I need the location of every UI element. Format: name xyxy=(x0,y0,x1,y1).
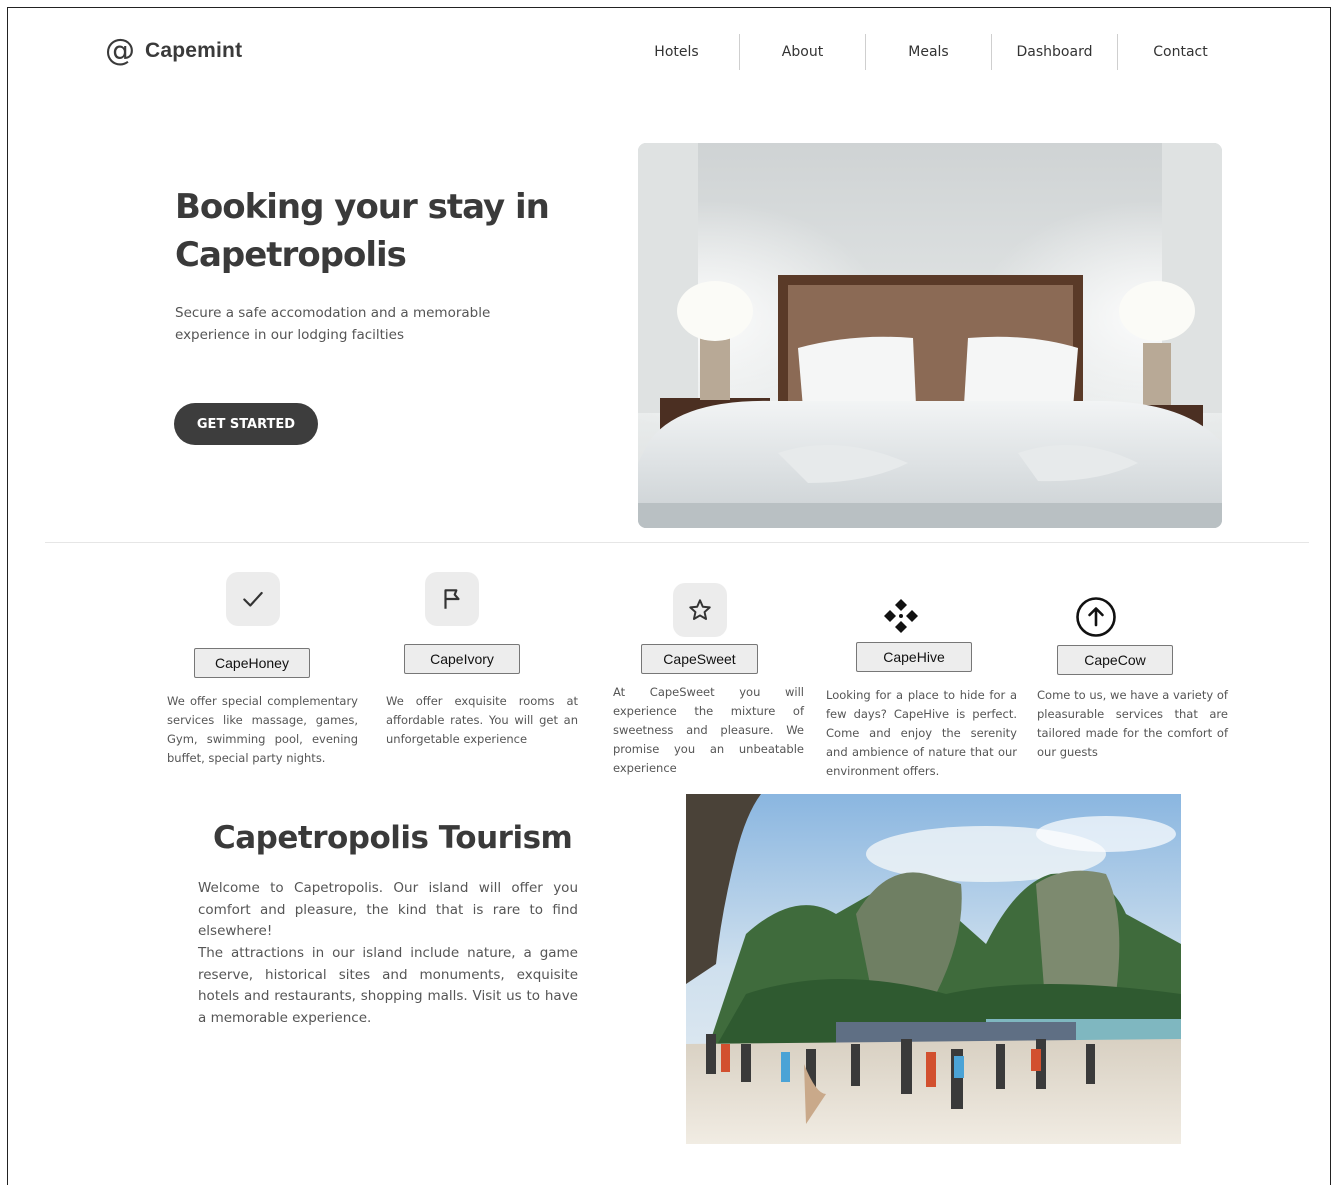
hero-subtitle: Secure a safe accomodation and a memorab… xyxy=(175,305,491,343)
section-divider xyxy=(45,542,1309,543)
capehoney-description: We offer special complementary services … xyxy=(167,694,358,765)
capehoney-button[interactable]: CapeHoney xyxy=(194,648,310,678)
tourism-paragraph-2: The attractions in our island include na… xyxy=(198,945,578,1026)
get-started-button[interactable]: GET STARTED xyxy=(174,403,318,445)
capeivory-description: We offer exquisite rooms at affordable r… xyxy=(386,694,578,746)
nav-item-meals[interactable]: Meals xyxy=(866,34,991,70)
tourism-paragraph-1: Welcome to Capetropolis. Our island will… xyxy=(198,880,578,939)
tourism-title: Capetropolis Tourism xyxy=(213,820,573,856)
capeivory-button[interactable]: CapeIvory xyxy=(404,644,520,674)
capesweet-description: At CapeSweet you will experience the mix… xyxy=(613,685,804,775)
arrow-up-circle-icon xyxy=(1074,595,1118,639)
capesweet-button[interactable]: CapeSweet xyxy=(641,644,758,674)
capehive-description: Looking for a place to hide for a few da… xyxy=(826,688,1017,778)
nav-item-contact[interactable]: Contact xyxy=(1118,34,1243,70)
nav-item-hotels[interactable]: Hotels xyxy=(614,34,739,70)
island-beach-image xyxy=(686,794,1181,1144)
check-icon xyxy=(226,572,280,626)
capehive-button[interactable]: CapeHive xyxy=(856,642,972,672)
hotel-room-image xyxy=(638,143,1222,528)
capecow-description: Come to us, we have a variety of pleasur… xyxy=(1037,688,1228,759)
capecow-button[interactable]: CapeCow xyxy=(1057,645,1173,675)
nav-item-about[interactable]: About xyxy=(740,34,865,70)
flag-icon xyxy=(425,572,479,626)
diamond-cluster-icon xyxy=(879,594,923,638)
hero-title: Booking your stay in Capetropolis xyxy=(175,187,550,275)
star-icon xyxy=(673,583,727,637)
at-sign-icon: @ xyxy=(105,33,135,68)
nav-item-dashboard[interactable]: Dashboard xyxy=(992,34,1117,70)
brand-name: Capemint xyxy=(145,39,243,62)
brand-logo[interactable]: @ Capemint xyxy=(105,36,242,66)
main-nav: Hotels About Meals Dashboard Contact xyxy=(614,34,1243,70)
